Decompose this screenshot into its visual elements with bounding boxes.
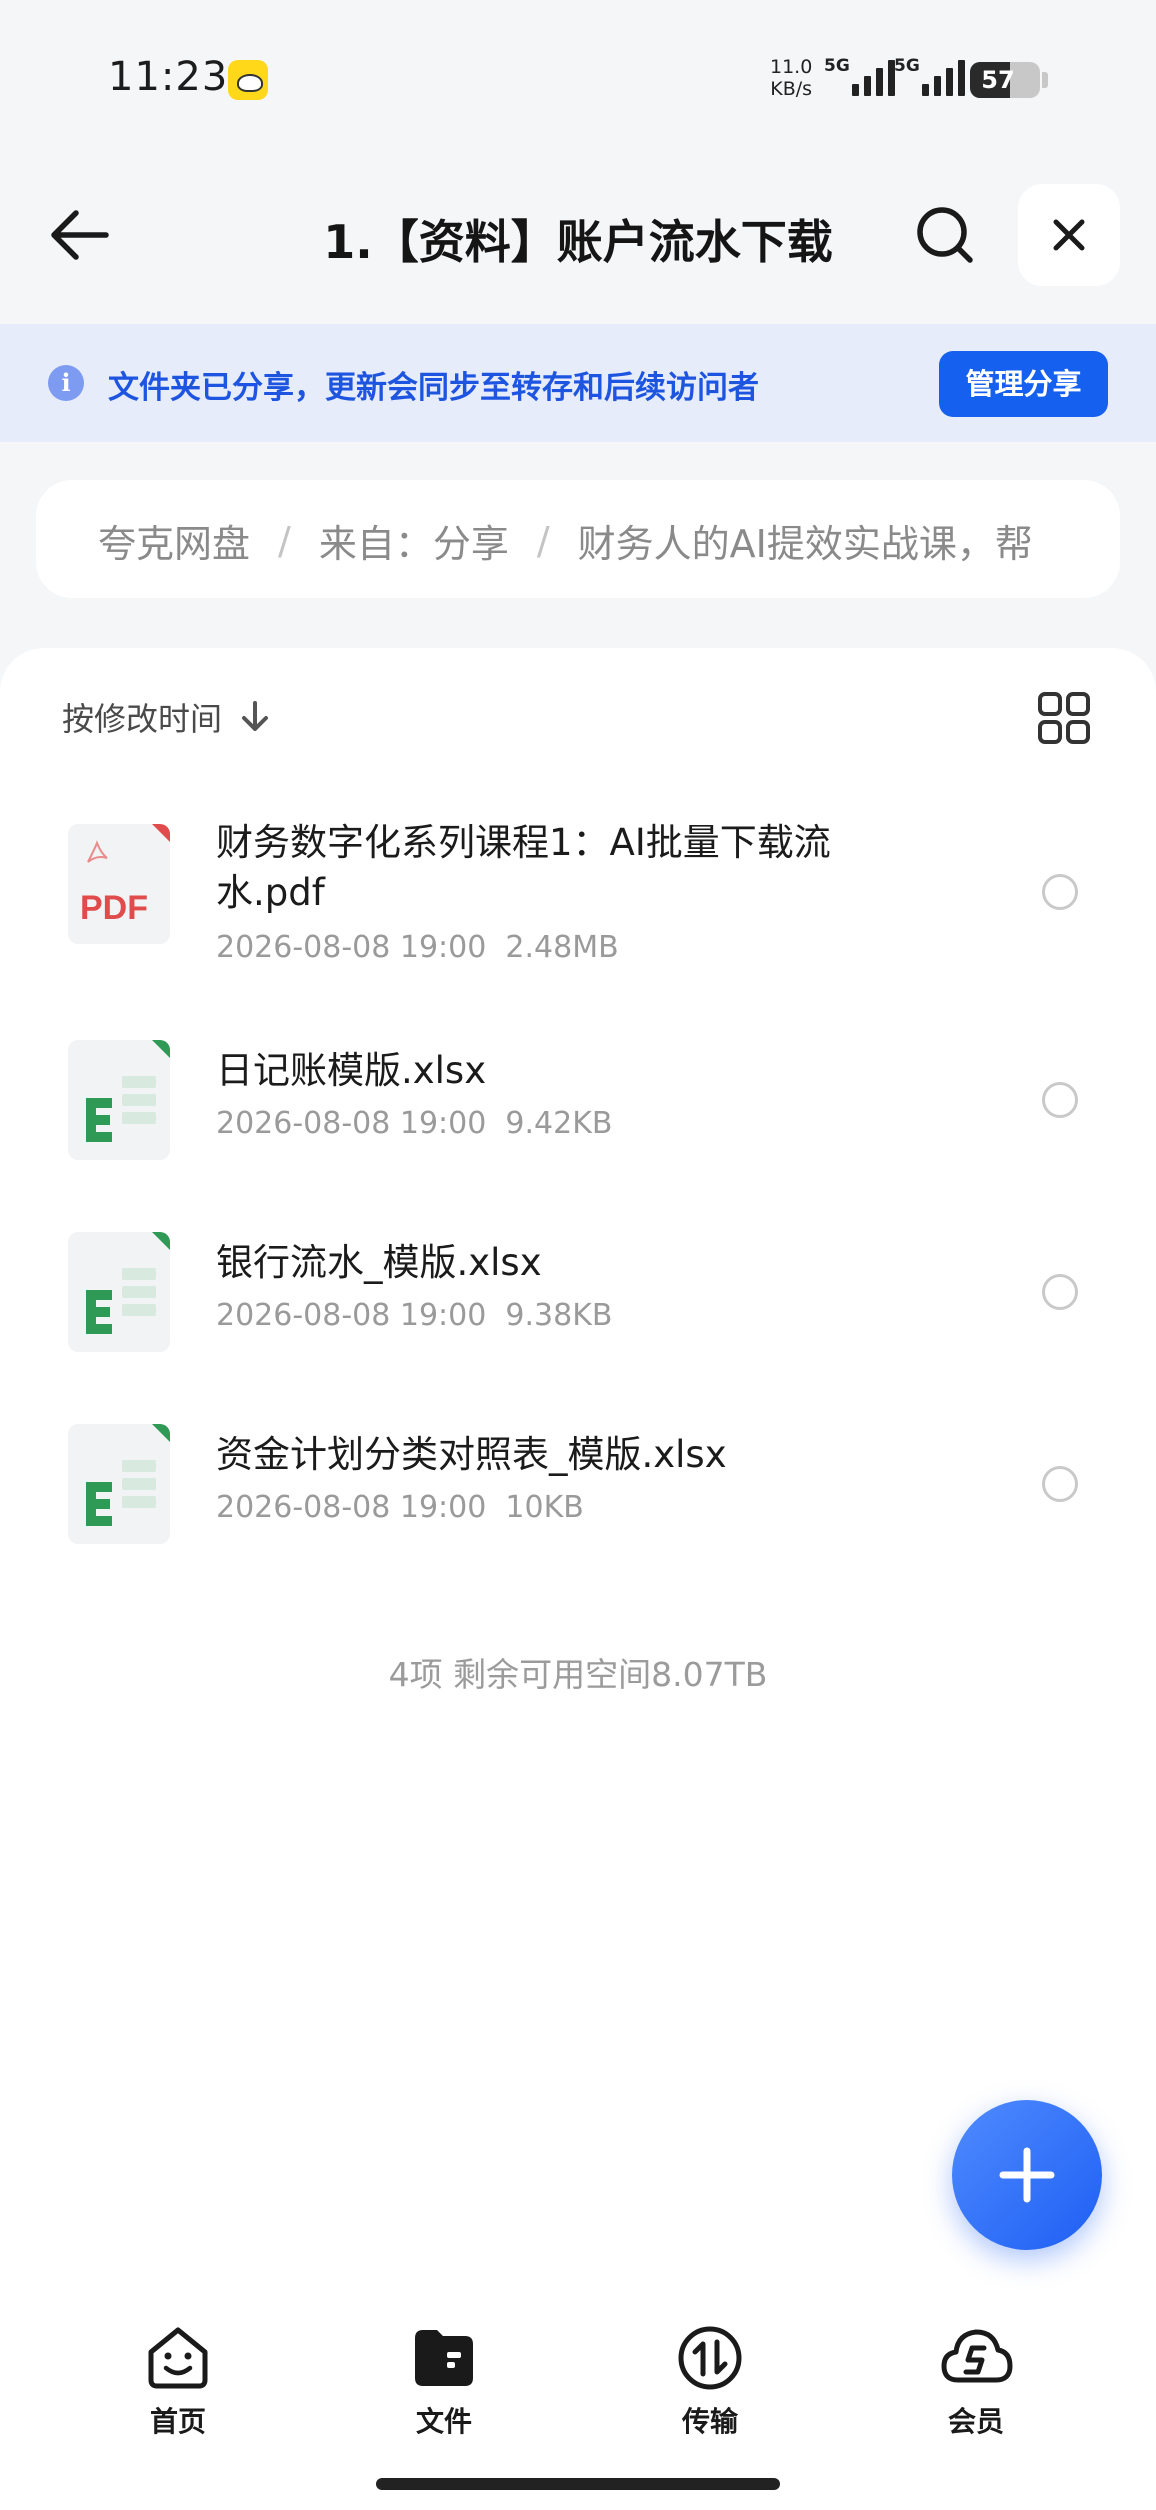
network-speed: 11.0 KB/s (770, 56, 812, 100)
nav-item-transfer[interactable]: 传输 (640, 2322, 780, 2452)
nav-label-member: 会员 (947, 2405, 1004, 2438)
notification-app-icon (228, 60, 268, 100)
signal-icon-sim1: 5G (824, 56, 896, 100)
nav-item-member[interactable]: 会员 (906, 2322, 1046, 2452)
nav-label-files: 文件 (415, 2405, 472, 2438)
add-button[interactable] (952, 2100, 1102, 2250)
xlsx-file-icon (68, 1232, 170, 1352)
nav-label-home: 首页 (149, 2405, 206, 2438)
file-name: 日记账模版.xlsx (216, 1049, 487, 1092)
file-meta: 2026-08-08 19:00 9.42KB (216, 1106, 612, 1141)
close-icon (1053, 219, 1085, 251)
status-bar: 11:23 11.0 KB/s 5G 5G 57 (0, 0, 1156, 150)
file-meta: 2026-08-08 19:00 2.48MB (216, 930, 619, 965)
file-row[interactable]: 资金计划分类对照表_模版.xlsx 2026-08-08 19:00 10KB (0, 1424, 1156, 1554)
share-notice-banner: i 文件夹已分享，更新会同步至转存和后续访问者 管理分享 (0, 324, 1156, 442)
file-size: 9.38KB (505, 1298, 613, 1333)
signal-icon-sim2: 5G (894, 56, 966, 100)
file-size: 10KB (505, 1490, 584, 1525)
file-size: 9.42KB (505, 1106, 613, 1141)
file-date: 2026-08-08 19:00 (216, 1490, 487, 1525)
transfer-icon (678, 2326, 742, 2390)
file-name: 银行流水_模版.xlsx (216, 1241, 542, 1284)
share-notice-text: 文件夹已分享，更新会同步至转存和后续访问者 (108, 370, 759, 406)
home-smile-icon (148, 2327, 208, 2389)
signal-1-label: 5G (824, 56, 850, 76)
file-name: 资金计划分类对照表_模版.xlsx (216, 1433, 727, 1476)
select-checkbox[interactable] (1042, 1466, 1078, 1502)
xlsx-file-icon (68, 1424, 170, 1544)
arrow-left-icon (51, 210, 109, 260)
excel-e-icon (86, 1482, 112, 1526)
battery-tip (1042, 72, 1048, 88)
home-indicator[interactable] (376, 2478, 780, 2490)
back-button[interactable] (40, 195, 120, 275)
bottom-navigation: 首页 文件 传输 会员 (0, 2310, 1156, 2460)
pdf-file-icon: PDF (68, 824, 170, 944)
nav-item-home[interactable]: 首页 (108, 2322, 248, 2452)
select-checkbox[interactable] (1042, 1082, 1078, 1118)
breadcrumb: 夸克网盘 / 来自：分享 / 财务人的AI提效实战课，帮 (36, 480, 1120, 598)
xlsx-file-icon (68, 1040, 170, 1160)
search-icon (917, 207, 973, 263)
page-title: 1.【资料】账户流水下载 (323, 215, 833, 269)
battery-icon: 57 (970, 62, 1040, 98)
storage-summary: 4项 剩余可用空间8.07TB (388, 1655, 768, 1694)
close-button[interactable] (1018, 184, 1120, 286)
title-bar: 1.【资料】账户流水下载 (0, 170, 1156, 300)
breadcrumb-item-shared[interactable]: 来自：分享 (319, 513, 509, 568)
battery-level: 57 (981, 66, 1015, 94)
excel-e-icon (86, 1098, 112, 1142)
network-speed-unit: KB/s (770, 78, 813, 100)
file-row[interactable]: 银行流水_模版.xlsx 2026-08-08 19:00 9.38KB (0, 1232, 1156, 1362)
file-size: 2.48MB (505, 930, 619, 965)
file-row[interactable]: PDF 财务数字化系列课程1：AI批量下载流水.pdf 2026-08-08 1… (0, 818, 1156, 978)
breadcrumb-separator: / (536, 518, 550, 563)
nav-item-files[interactable]: 文件 (374, 2322, 514, 2452)
member-cloud-icon (941, 2329, 1013, 2383)
info-icon: i (48, 365, 84, 401)
sort-label: 按修改时间 (62, 700, 223, 738)
file-browser-screen: 11:23 11.0 KB/s 5G 5G 57 1.【资料】账户流水下载 i … (0, 0, 1156, 2510)
file-row[interactable]: 日记账模版.xlsx 2026-08-08 19:00 9.42KB (0, 1040, 1156, 1170)
file-date: 2026-08-08 19:00 (216, 930, 487, 965)
breadcrumb-item-root[interactable]: 夸克网盘 (98, 513, 250, 568)
breadcrumb-separator: / (278, 518, 291, 563)
manage-share-button[interactable]: 管理分享 (939, 351, 1108, 417)
arrow-down-icon (242, 701, 269, 731)
status-time: 11:23 (108, 54, 229, 100)
folder-icon (415, 2330, 473, 2386)
acrobat-logo-icon (87, 840, 108, 863)
grid-view-icon[interactable] (1036, 690, 1092, 746)
file-meta: 2026-08-08 19:00 10KB (216, 1490, 584, 1525)
search-button[interactable] (905, 195, 985, 275)
pdf-label: PDF (80, 889, 148, 927)
file-date: 2026-08-08 19:00 (216, 1298, 487, 1333)
sort-by-modified-button[interactable]: 按修改时间 (62, 694, 270, 740)
select-checkbox[interactable] (1042, 1274, 1078, 1310)
file-date: 2026-08-08 19:00 (216, 1106, 487, 1141)
file-name: 财务数字化系列课程1：AI批量下载流水.pdf (216, 821, 831, 914)
file-meta: 2026-08-08 19:00 9.38KB (216, 1298, 612, 1333)
excel-e-icon (86, 1290, 112, 1334)
signal-2-label: 5G (894, 56, 920, 76)
select-checkbox[interactable] (1042, 874, 1078, 910)
nav-label-transfer: 传输 (681, 2405, 738, 2438)
plus-icon (999, 2147, 1055, 2203)
network-speed-value: 11.0 (770, 56, 813, 78)
breadcrumb-item-course[interactable]: 财务人的AI提效实战课，帮 (578, 513, 1033, 568)
